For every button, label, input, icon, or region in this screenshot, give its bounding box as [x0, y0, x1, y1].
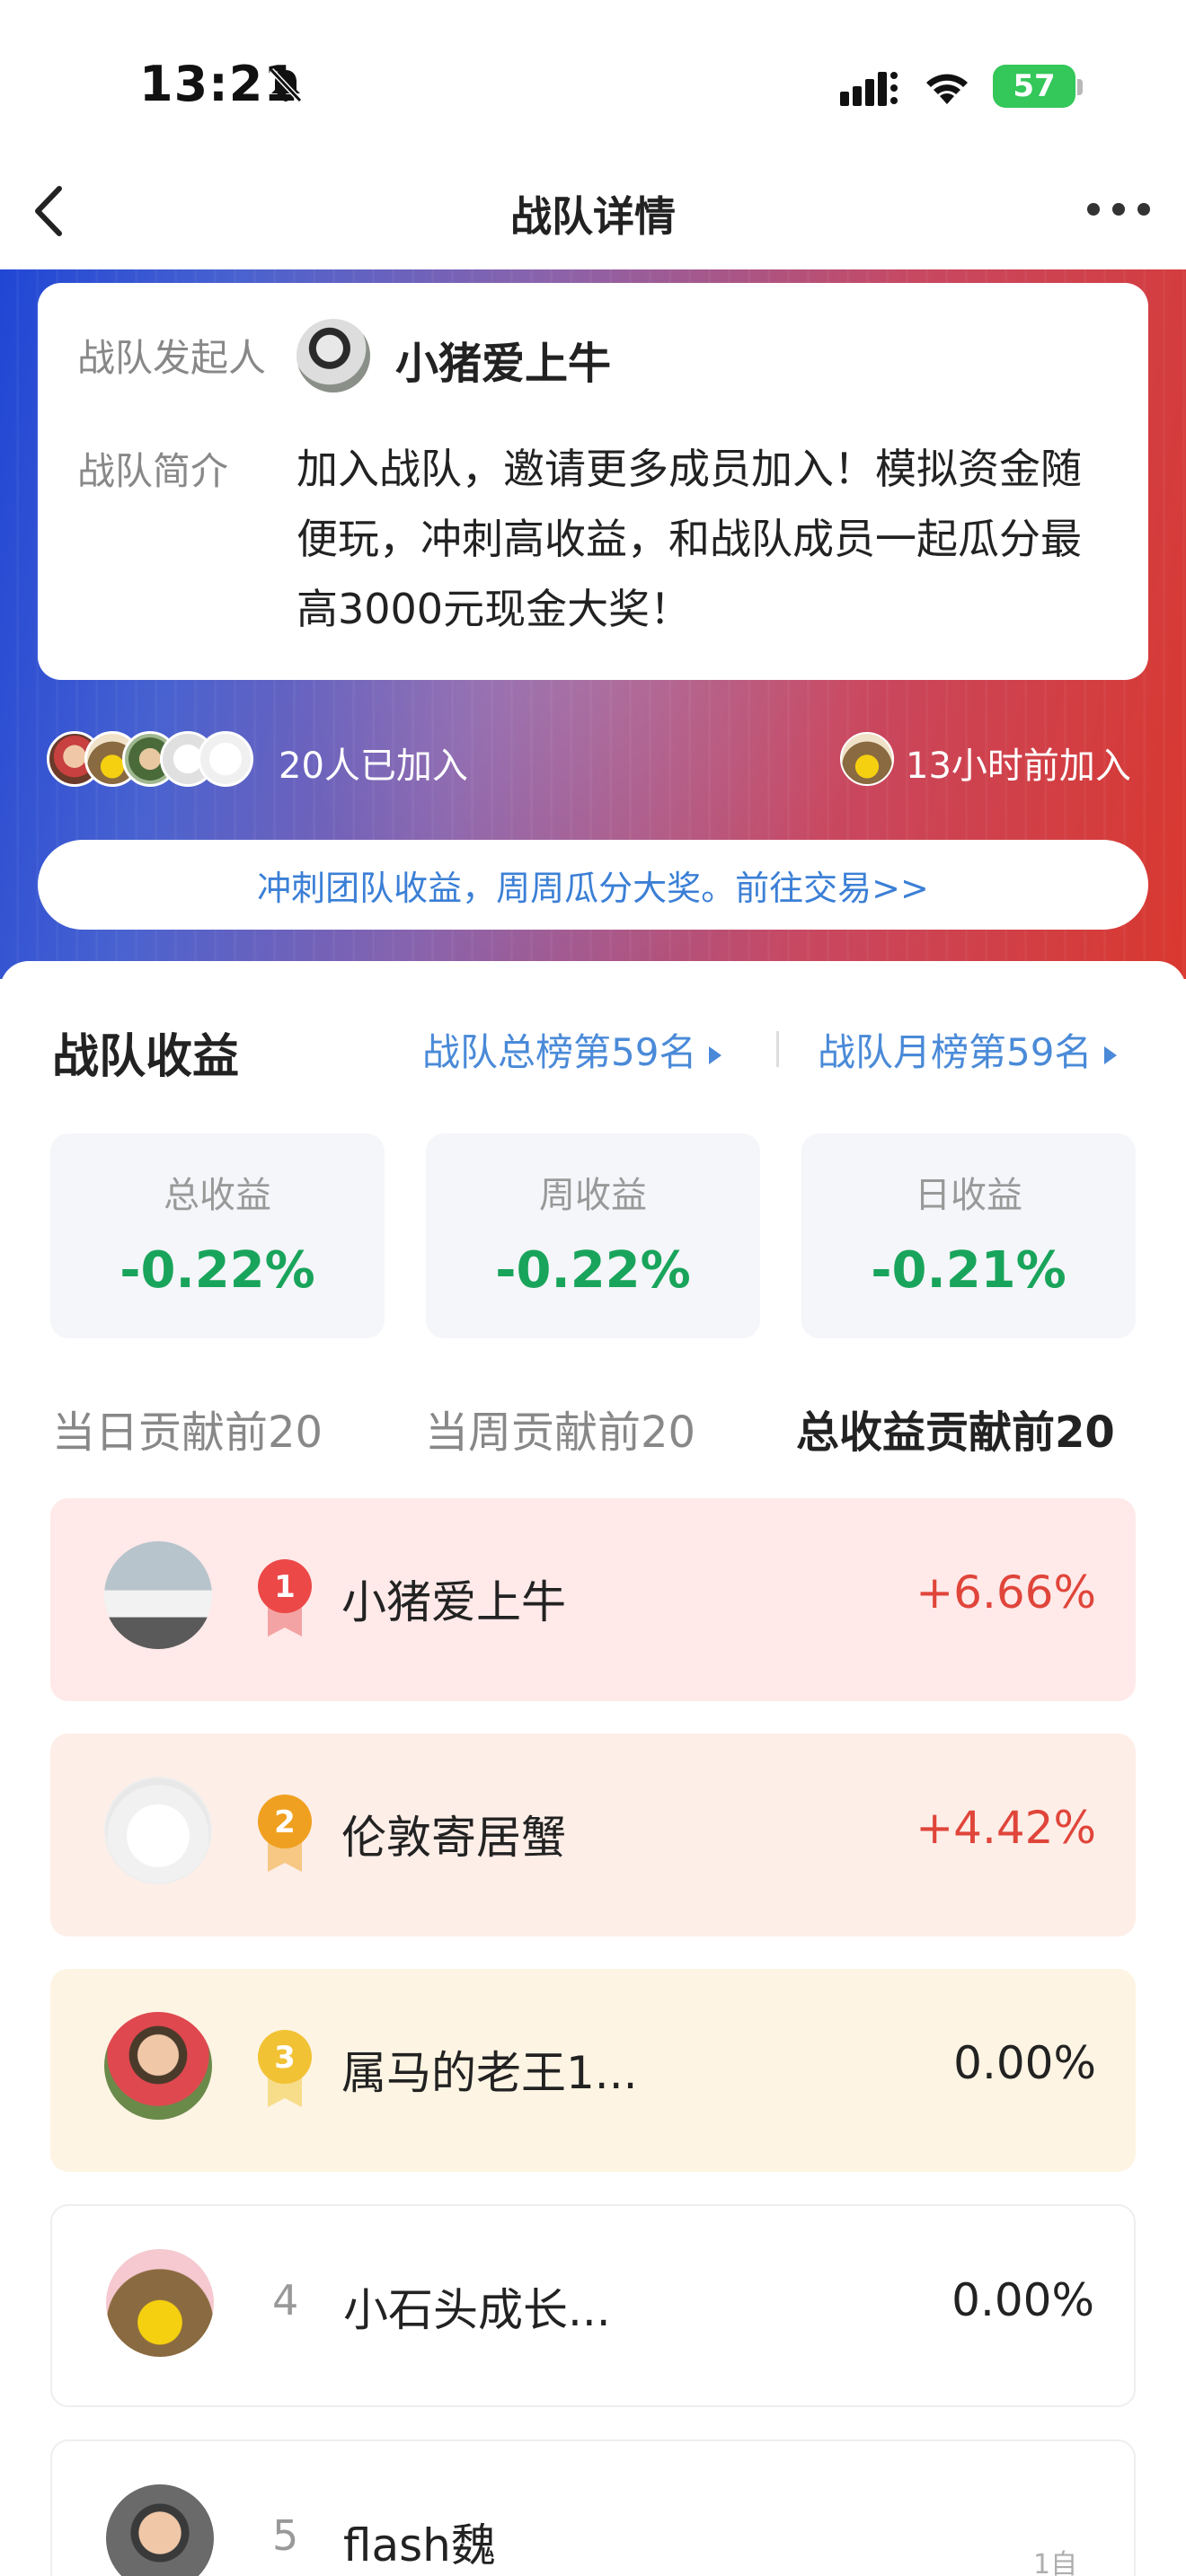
- wifi-icon: [926, 74, 968, 104]
- member-avatar: [104, 1541, 212, 1649]
- total-rank-link[interactable]: 战队总榜第59名: [422, 1022, 722, 1077]
- member-name: 伦敦寄居蟹: [341, 1812, 566, 1864]
- more-options-icon[interactable]: [1087, 203, 1150, 221]
- member-name: flash魏: [343, 2519, 496, 2572]
- member-return: +6.66%: [916, 1566, 1096, 1619]
- member-name: 小石头成长...: [343, 2284, 611, 2336]
- member-return: 0.00%: [953, 2037, 1096, 2089]
- battery-level: 57: [1013, 68, 1056, 104]
- member-avatar: [104, 2012, 212, 2120]
- stat-label: 总收益: [164, 1175, 271, 1216]
- stat-label: 日收益: [915, 1175, 1022, 1216]
- battery-indicator: 57: [993, 65, 1075, 108]
- intro-label: 战队简介: [77, 449, 229, 493]
- member-name: 小猪爱上牛: [341, 1576, 566, 1628]
- stat-total: 总收益 -0.22%: [50, 1134, 385, 1338]
- member-return: 0.00%: [951, 2274, 1094, 2326]
- stat-day: 日收益 -0.21%: [801, 1134, 1136, 1338]
- stat-value: -0.22%: [495, 1241, 691, 1300]
- team-info-card: 战队发起人 小猪爱上牛 战队简介 加入战队，邀请更多成员加入！模拟资金随便玩，冲…: [38, 283, 1148, 680]
- svg-text:2: 2: [274, 1804, 296, 1840]
- member-avatar: [106, 2484, 214, 2576]
- svg-text:1: 1: [274, 1569, 296, 1605]
- member-avatars[interactable]: [47, 728, 253, 790]
- play-arrow-icon: [709, 1045, 722, 1064]
- founder-name[interactable]: 小猪爱上牛: [395, 328, 611, 391]
- stat-week: 周收益 -0.22%: [426, 1134, 760, 1338]
- member-name: 属马的老王1...: [341, 2047, 638, 2099]
- tab-daily-top20[interactable]: 当日贡献前20: [52, 1397, 323, 1460]
- stat-value: -0.22%: [119, 1241, 315, 1300]
- trade-cta-banner[interactable]: 冲刺团队收益，周周瓜分大奖。前往交易>>: [38, 840, 1148, 930]
- leaderboard-row[interactable]: 4 小石头成长... 0.00%: [50, 2204, 1136, 2407]
- stat-label: 周收益: [539, 1175, 647, 1216]
- tab-total-top20[interactable]: 总收益贡献前20: [796, 1397, 1115, 1460]
- recent-join-time: 13小时前加入: [906, 745, 1131, 787]
- divider: [776, 1031, 779, 1067]
- rank-number: 5: [272, 2511, 299, 2560]
- leaderboard-row[interactable]: 5 flash魏: [50, 2439, 1136, 2576]
- member-return: +4.42%: [916, 1802, 1096, 1854]
- total-rank-label: 战队总榜第59名: [422, 1030, 697, 1074]
- cellular-signal-icon: [840, 72, 898, 106]
- tab-weekly-top20[interactable]: 当周贡献前20: [425, 1397, 695, 1460]
- silver-medal-icon: 2: [258, 1795, 312, 1872]
- gold-medal-icon: 1: [258, 1559, 312, 1636]
- leaderboard-row[interactable]: 1 小猪爱上牛 +6.66%: [50, 1498, 1136, 1701]
- page-title: 战队详情: [510, 192, 676, 241]
- rank-number: 4: [272, 2276, 299, 2325]
- joined-count: 20人已加入: [279, 745, 468, 787]
- member-avatar: [104, 1777, 212, 1884]
- month-rank-label: 战队月榜第59名: [818, 1030, 1093, 1074]
- watermark: 1自: [1033, 2549, 1078, 2576]
- member-avatar: [106, 2249, 214, 2357]
- earnings-title: 战队收益: [52, 1030, 240, 1084]
- status-bar: 13:21 57: [0, 0, 1186, 162]
- play-arrow-icon: [1104, 1045, 1118, 1064]
- intro-text: 加入战队，邀请更多成员加入！模拟资金随便玩，冲刺高收益，和战队成员一起瓜分最高3…: [296, 445, 1082, 633]
- member-avatar: [198, 731, 253, 787]
- bronze-medal-icon: 3: [258, 2030, 312, 2107]
- month-rank-link[interactable]: 战队月榜第59名: [818, 1022, 1118, 1077]
- svg-text:3: 3: [274, 2040, 296, 2076]
- leaderboard-row[interactable]: 2 伦敦寄居蟹 +4.42%: [50, 1734, 1136, 1936]
- stat-value: -0.21%: [871, 1241, 1067, 1300]
- founder-label: 战队发起人: [77, 336, 267, 380]
- founder-avatar[interactable]: [296, 319, 370, 393]
- bell-muted-icon: [269, 67, 303, 103]
- leaderboard-row[interactable]: 3 属马的老王1... 0.00%: [50, 1969, 1136, 2172]
- battery-cap: [1077, 79, 1083, 95]
- recent-member-avatar: [840, 732, 894, 786]
